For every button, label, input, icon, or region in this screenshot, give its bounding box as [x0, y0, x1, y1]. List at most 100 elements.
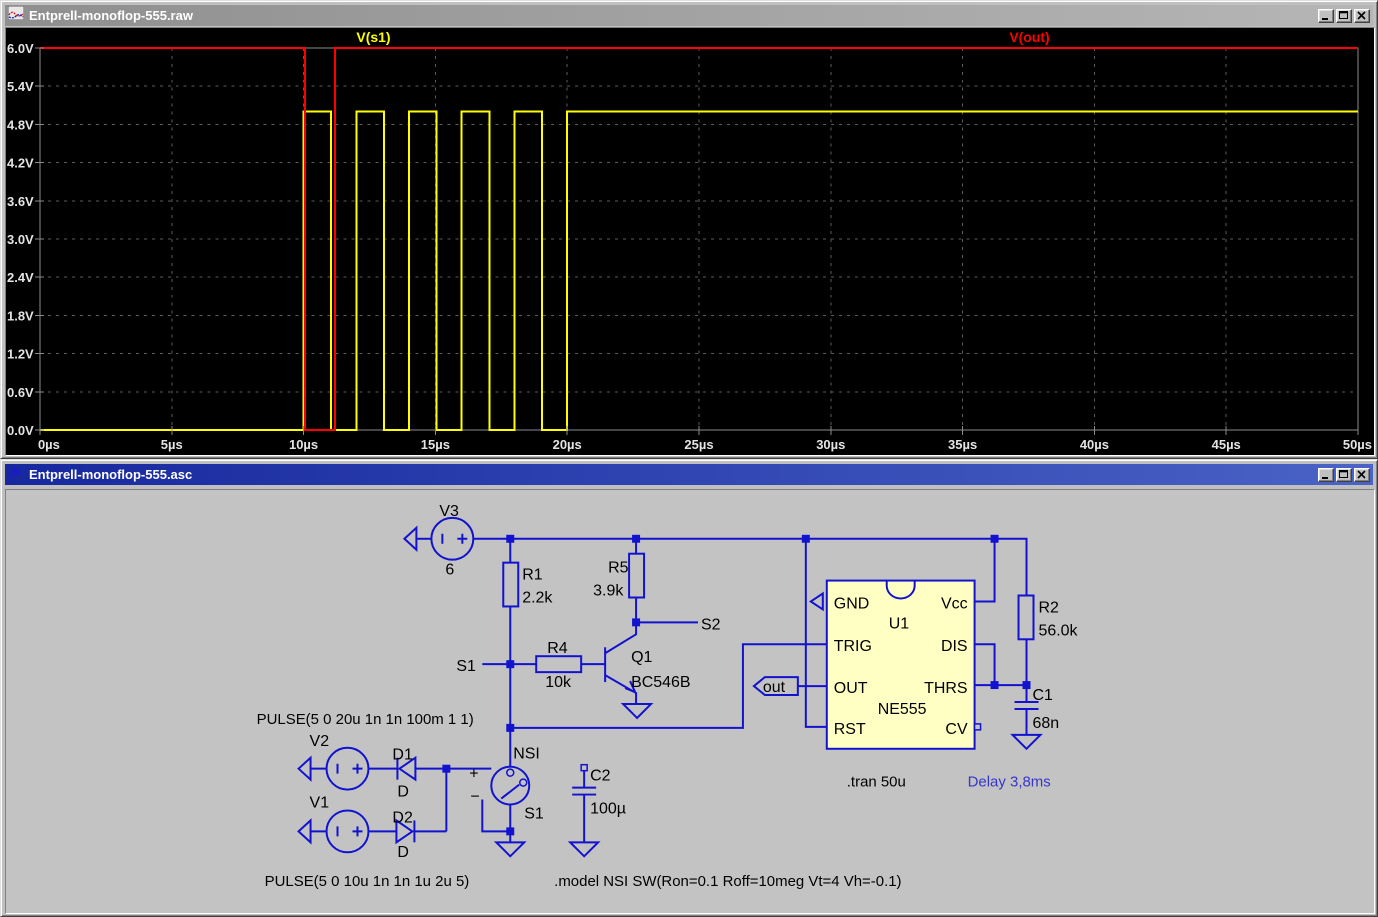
directive-model[interactable]: .model NSI SW(Ron=0.1 Roff=10meg Vt=4 Vh… [554, 873, 901, 890]
minimize-button[interactable] [1318, 468, 1334, 482]
ltspice-desktop: Entprell-monoflop-555.raw 0µs5µs10µs1 [0, 0, 1378, 917]
minimize-button[interactable] [1318, 9, 1334, 23]
ic-ne555[interactable]: GND TRIG OUT RST Vcc DIS THRS CV U1 NE55… [811, 581, 981, 749]
pin-gnd: GND [834, 595, 869, 612]
legend-vs1[interactable]: V(s1) [356, 29, 390, 45]
close-button[interactable] [1354, 9, 1370, 23]
ground-left-icon [299, 758, 311, 780]
r4-ref: R4 [547, 640, 568, 657]
y-tick-label: 1.2V [7, 347, 34, 362]
ground-icon [570, 842, 598, 856]
x-tick-label: 35µs [948, 437, 977, 452]
c2-ref: C2 [590, 768, 611, 785]
legend-vout[interactable]: V(out) [1009, 29, 1049, 45]
c1-value: 68n [1032, 715, 1059, 732]
pin-thrs: THRS [924, 680, 967, 697]
ground-icon [496, 842, 524, 856]
y-tick-label: 3.6V [7, 194, 34, 209]
pin-out: OUT [834, 680, 868, 697]
diode-d2[interactable]: D2 D [392, 809, 414, 861]
ground-icon [1013, 735, 1041, 749]
r2-value: 56.0k [1038, 622, 1077, 639]
voltage-source-v2[interactable]: V2 [299, 733, 369, 790]
pin-trig: TRIG [834, 638, 872, 655]
x-tick-label: 15µs [421, 437, 450, 452]
x-tick-label: 5µs [161, 437, 183, 452]
resistor-r1[interactable]: R1 2.2k [503, 563, 552, 607]
capacitor-c2[interactable]: C2 100µ [570, 765, 626, 857]
schematic-file-icon [8, 465, 24, 484]
waveform-file-icon [8, 6, 24, 25]
directive-pulse-v2[interactable]: PULSE(5 0 20u 1n 1n 100m 1 1) [257, 711, 474, 728]
waveform-plot-area[interactable]: 0µs5µs10µs15µs20µs25µs30µs35µs40µs45µs50… [5, 27, 1375, 456]
directive-tran[interactable]: .tran 50u [847, 774, 906, 791]
pin-cv: CV [945, 721, 968, 738]
maximize-button[interactable] [1336, 468, 1352, 482]
d1-value: D [397, 784, 409, 801]
schematic-titlebar[interactable]: Entprell-monoflop-555.asc [5, 464, 1373, 485]
d2-value: D [397, 844, 409, 861]
c2-open-terminal [581, 765, 587, 771]
cv-open-terminal [975, 724, 981, 730]
plot-axis-ticks [35, 48, 1358, 435]
r4-value: 10k [545, 674, 571, 691]
pin-vcc: Vcc [941, 595, 968, 612]
resistor-r2[interactable]: R2 56.0k [1019, 596, 1078, 640]
c1-ref: C1 [1032, 687, 1053, 704]
plot-axis-labels: 0µs5µs10µs15µs20µs25µs30µs35µs40µs45µs50… [7, 41, 1372, 452]
x-tick-label: 50µs [1343, 437, 1372, 452]
d1-ref: D1 [392, 747, 413, 764]
net-labels[interactable]: S1 S2 out [456, 616, 798, 696]
x-tick-label: 25µs [684, 437, 713, 452]
u1-part: NE555 [878, 701, 927, 718]
diode-d1[interactable]: D1 D [392, 747, 415, 801]
sw-plus-label: + [469, 766, 478, 783]
transistor-q1[interactable]: Q1 BC546B [605, 622, 690, 718]
gnd-pin-arrow-icon [811, 594, 823, 610]
y-tick-label: 4.8V [7, 117, 34, 132]
window-waveform: Entprell-monoflop-555.raw 0µs5µs10µs1 [0, 0, 1378, 459]
r5-ref: R5 [608, 560, 629, 577]
v2-ref: V2 [310, 733, 330, 750]
q1-ref: Q1 [631, 649, 652, 666]
v3-ref: V3 [439, 503, 459, 520]
resistor-r4[interactable]: R4 10k [536, 640, 581, 691]
waveform-window-title: Entprell-monoflop-555.raw [29, 8, 1313, 23]
r1-value: 2.2k [522, 589, 552, 606]
ground-left-icon [299, 820, 311, 842]
y-tick-label: 1.8V [7, 308, 34, 323]
c2-value: 100µ [590, 800, 626, 817]
v1-ref: V1 [310, 795, 330, 812]
q1-value: BC546B [631, 674, 690, 691]
schematic-window-controls [1318, 468, 1370, 482]
sw-ref-label: S1 [524, 805, 544, 822]
close-button[interactable] [1354, 468, 1370, 482]
switch-s1[interactable]: + − NSI S1 [469, 746, 544, 857]
y-tick-label: 3.0V [7, 232, 34, 247]
schematic-canvas[interactable]: V3 6 R1 2.2k R5 3.9k R4 10k [5, 489, 1375, 914]
resistor-r5[interactable]: R5 3.9k [593, 554, 644, 600]
y-tick-label: 5.4V [7, 79, 34, 94]
u1-ref: U1 [889, 615, 910, 632]
net-label-out[interactable]: out [763, 679, 786, 696]
d2-ref: D2 [392, 809, 413, 826]
y-tick-label: 4.2V [7, 156, 34, 171]
sw-minus-label: − [470, 789, 479, 806]
directive-pulse-v1[interactable]: PULSE(5 0 10u 1n 1n 1u 2u 5) [265, 873, 470, 890]
maximize-button[interactable] [1336, 9, 1352, 23]
x-tick-label: 10µs [289, 437, 318, 452]
net-label-s1[interactable]: S1 [456, 658, 476, 675]
ground-left-icon [404, 528, 416, 550]
waveform-titlebar[interactable]: Entprell-monoflop-555.raw [5, 5, 1373, 26]
net-label-s2[interactable]: S2 [701, 616, 721, 633]
r2-ref: R2 [1038, 599, 1059, 616]
voltage-source-v3[interactable]: V3 6 [404, 503, 473, 579]
sw-model-label: NSI [513, 746, 540, 763]
window-schematic: Entprell-monoflop-555.asc [0, 459, 1378, 917]
v3-value: 6 [445, 562, 454, 579]
voltage-source-v1[interactable]: V1 [299, 795, 369, 853]
waveform-window-controls [1318, 9, 1370, 23]
comment-delay[interactable]: Delay 3,8ms [968, 774, 1051, 791]
ground-icon [623, 704, 651, 718]
capacitor-c1[interactable]: C1 68n [1013, 687, 1060, 749]
